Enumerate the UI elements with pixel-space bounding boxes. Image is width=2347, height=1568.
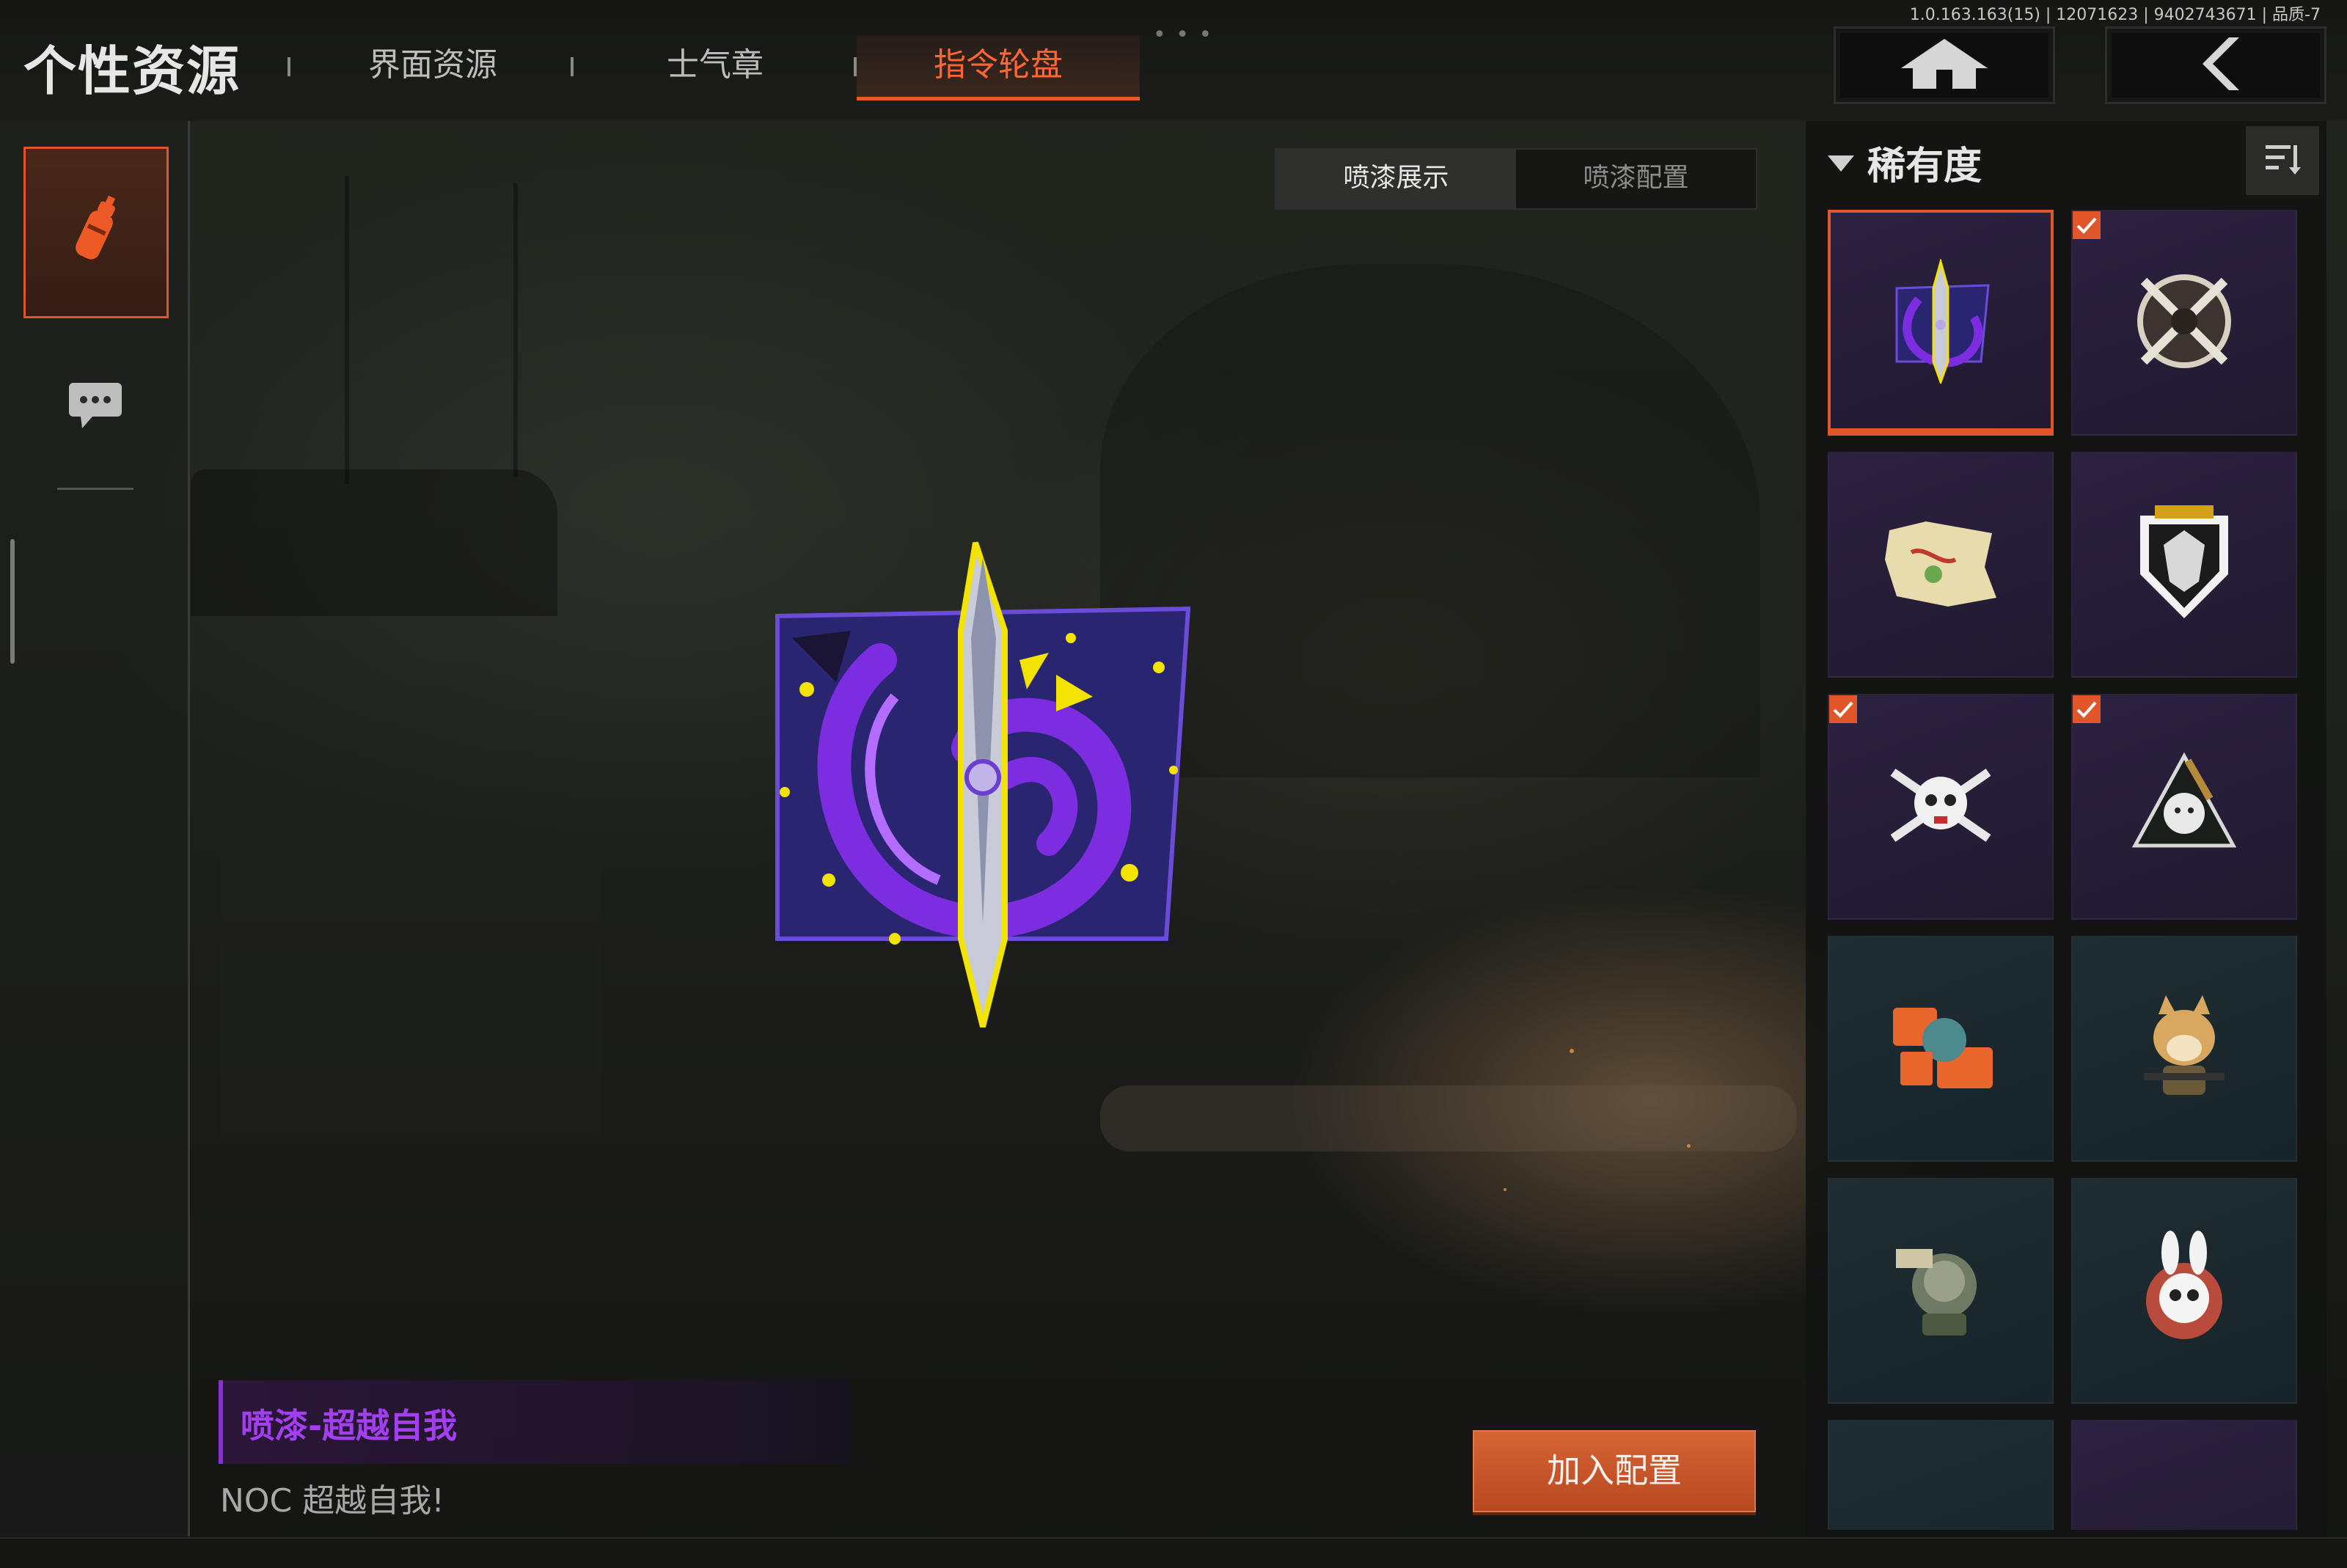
home-button[interactable] bbox=[1834, 26, 2055, 104]
left-rail bbox=[0, 121, 190, 1536]
grid-card-dagger[interactable] bbox=[1828, 210, 2054, 436]
checkmark-icon bbox=[2073, 695, 2101, 723]
rail-scrollbar[interactable] bbox=[10, 539, 15, 664]
rabbit-skull-emblem-icon bbox=[2129, 1231, 2239, 1351]
sort-icon bbox=[2264, 142, 2301, 179]
grid-card-rabbit-skull[interactable] bbox=[2071, 1178, 2297, 1404]
display-config-toggle: 喷漆展示 喷漆配置 bbox=[1275, 148, 1757, 210]
checkmark-icon bbox=[2073, 211, 2101, 239]
checkmark-icon bbox=[1829, 695, 1857, 723]
grid-card-rat-soldier[interactable] bbox=[1828, 1178, 2054, 1404]
tab-morale-badges[interactable]: 士气章 bbox=[601, 35, 829, 97]
grid-card-helmet[interactable] bbox=[1828, 1420, 2054, 1530]
item-name-bar: 喷漆-超越自我 bbox=[219, 1380, 848, 1464]
grid-card-wolf-shield[interactable] bbox=[2071, 452, 2297, 678]
nav-separator bbox=[571, 57, 574, 76]
tiger-triangle-emblem-icon bbox=[2129, 750, 2239, 863]
rail-item-spray[interactable] bbox=[23, 147, 169, 318]
grid-card-tiger-triangle[interactable] bbox=[2071, 694, 2297, 920]
grid-card-torn-map[interactable] bbox=[1828, 452, 2054, 678]
spray-grid bbox=[1828, 210, 2302, 1530]
chevron-down-icon bbox=[1826, 147, 1856, 180]
segment-spray-config[interactable]: 喷漆配置 bbox=[1516, 150, 1756, 208]
torn-map-emblem-icon bbox=[1882, 516, 1999, 614]
tab-command-wheel[interactable]: 指令轮盘 bbox=[857, 35, 1140, 100]
graffiti-tag-emblem-icon bbox=[1878, 996, 2003, 1102]
home-icon bbox=[1897, 36, 1992, 95]
grid-card-doge-soldier[interactable] bbox=[2071, 936, 2297, 1162]
item-description: NOC 超越自我! bbox=[220, 1482, 444, 1520]
back-button[interactable] bbox=[2105, 26, 2326, 104]
rail-divider bbox=[57, 488, 133, 490]
rail-item-chat[interactable] bbox=[59, 374, 132, 440]
doge-soldier-emblem-icon bbox=[2137, 992, 2232, 1105]
bottom-edge bbox=[0, 1537, 2347, 1568]
grid-card-skull-crossbones[interactable] bbox=[1828, 694, 2054, 920]
version-info: 1.0.163.163(15) | 12071623 | 9402743671 … bbox=[1909, 6, 2321, 24]
nav-separator bbox=[288, 57, 290, 76]
rarity-filter-label: 稀有度 bbox=[1867, 144, 1982, 188]
skull-crossbones-emblem-icon bbox=[1886, 758, 1996, 856]
more-dots: • • • bbox=[1153, 22, 1214, 48]
wolf-shield-emblem-icon bbox=[2126, 501, 2243, 629]
dagger-emblem-icon bbox=[1886, 257, 1996, 386]
grid-card-graffiti-tag[interactable] bbox=[1828, 936, 2054, 1162]
segment-spray-display[interactable]: 喷漆展示 bbox=[1276, 150, 1516, 208]
grid-card-creature[interactable] bbox=[2071, 1420, 2297, 1530]
add-to-config-button[interactable]: 加入配置 bbox=[1473, 1430, 1756, 1512]
tab-interface-resources[interactable]: 界面资源 bbox=[323, 35, 543, 97]
spray-preview-emblem bbox=[763, 528, 1218, 1041]
top-bar: 个性资源 界面资源 士气章 指令轮盘 • • • 1.0.163.163(15)… bbox=[0, 0, 2347, 122]
item-name: 喷漆-超越自我 bbox=[241, 1406, 458, 1446]
grid-card-crossed-swords[interactable] bbox=[2071, 210, 2297, 436]
app-title: 个性资源 bbox=[23, 40, 241, 102]
crossed-swords-emblem-icon bbox=[2129, 266, 2239, 379]
chat-bubble-icon bbox=[66, 380, 125, 434]
sort-button[interactable] bbox=[2246, 126, 2319, 195]
back-arrow-icon bbox=[2186, 34, 2245, 96]
rat-soldier-emblem-icon bbox=[1886, 1234, 1996, 1347]
spray-can-icon bbox=[63, 191, 129, 274]
